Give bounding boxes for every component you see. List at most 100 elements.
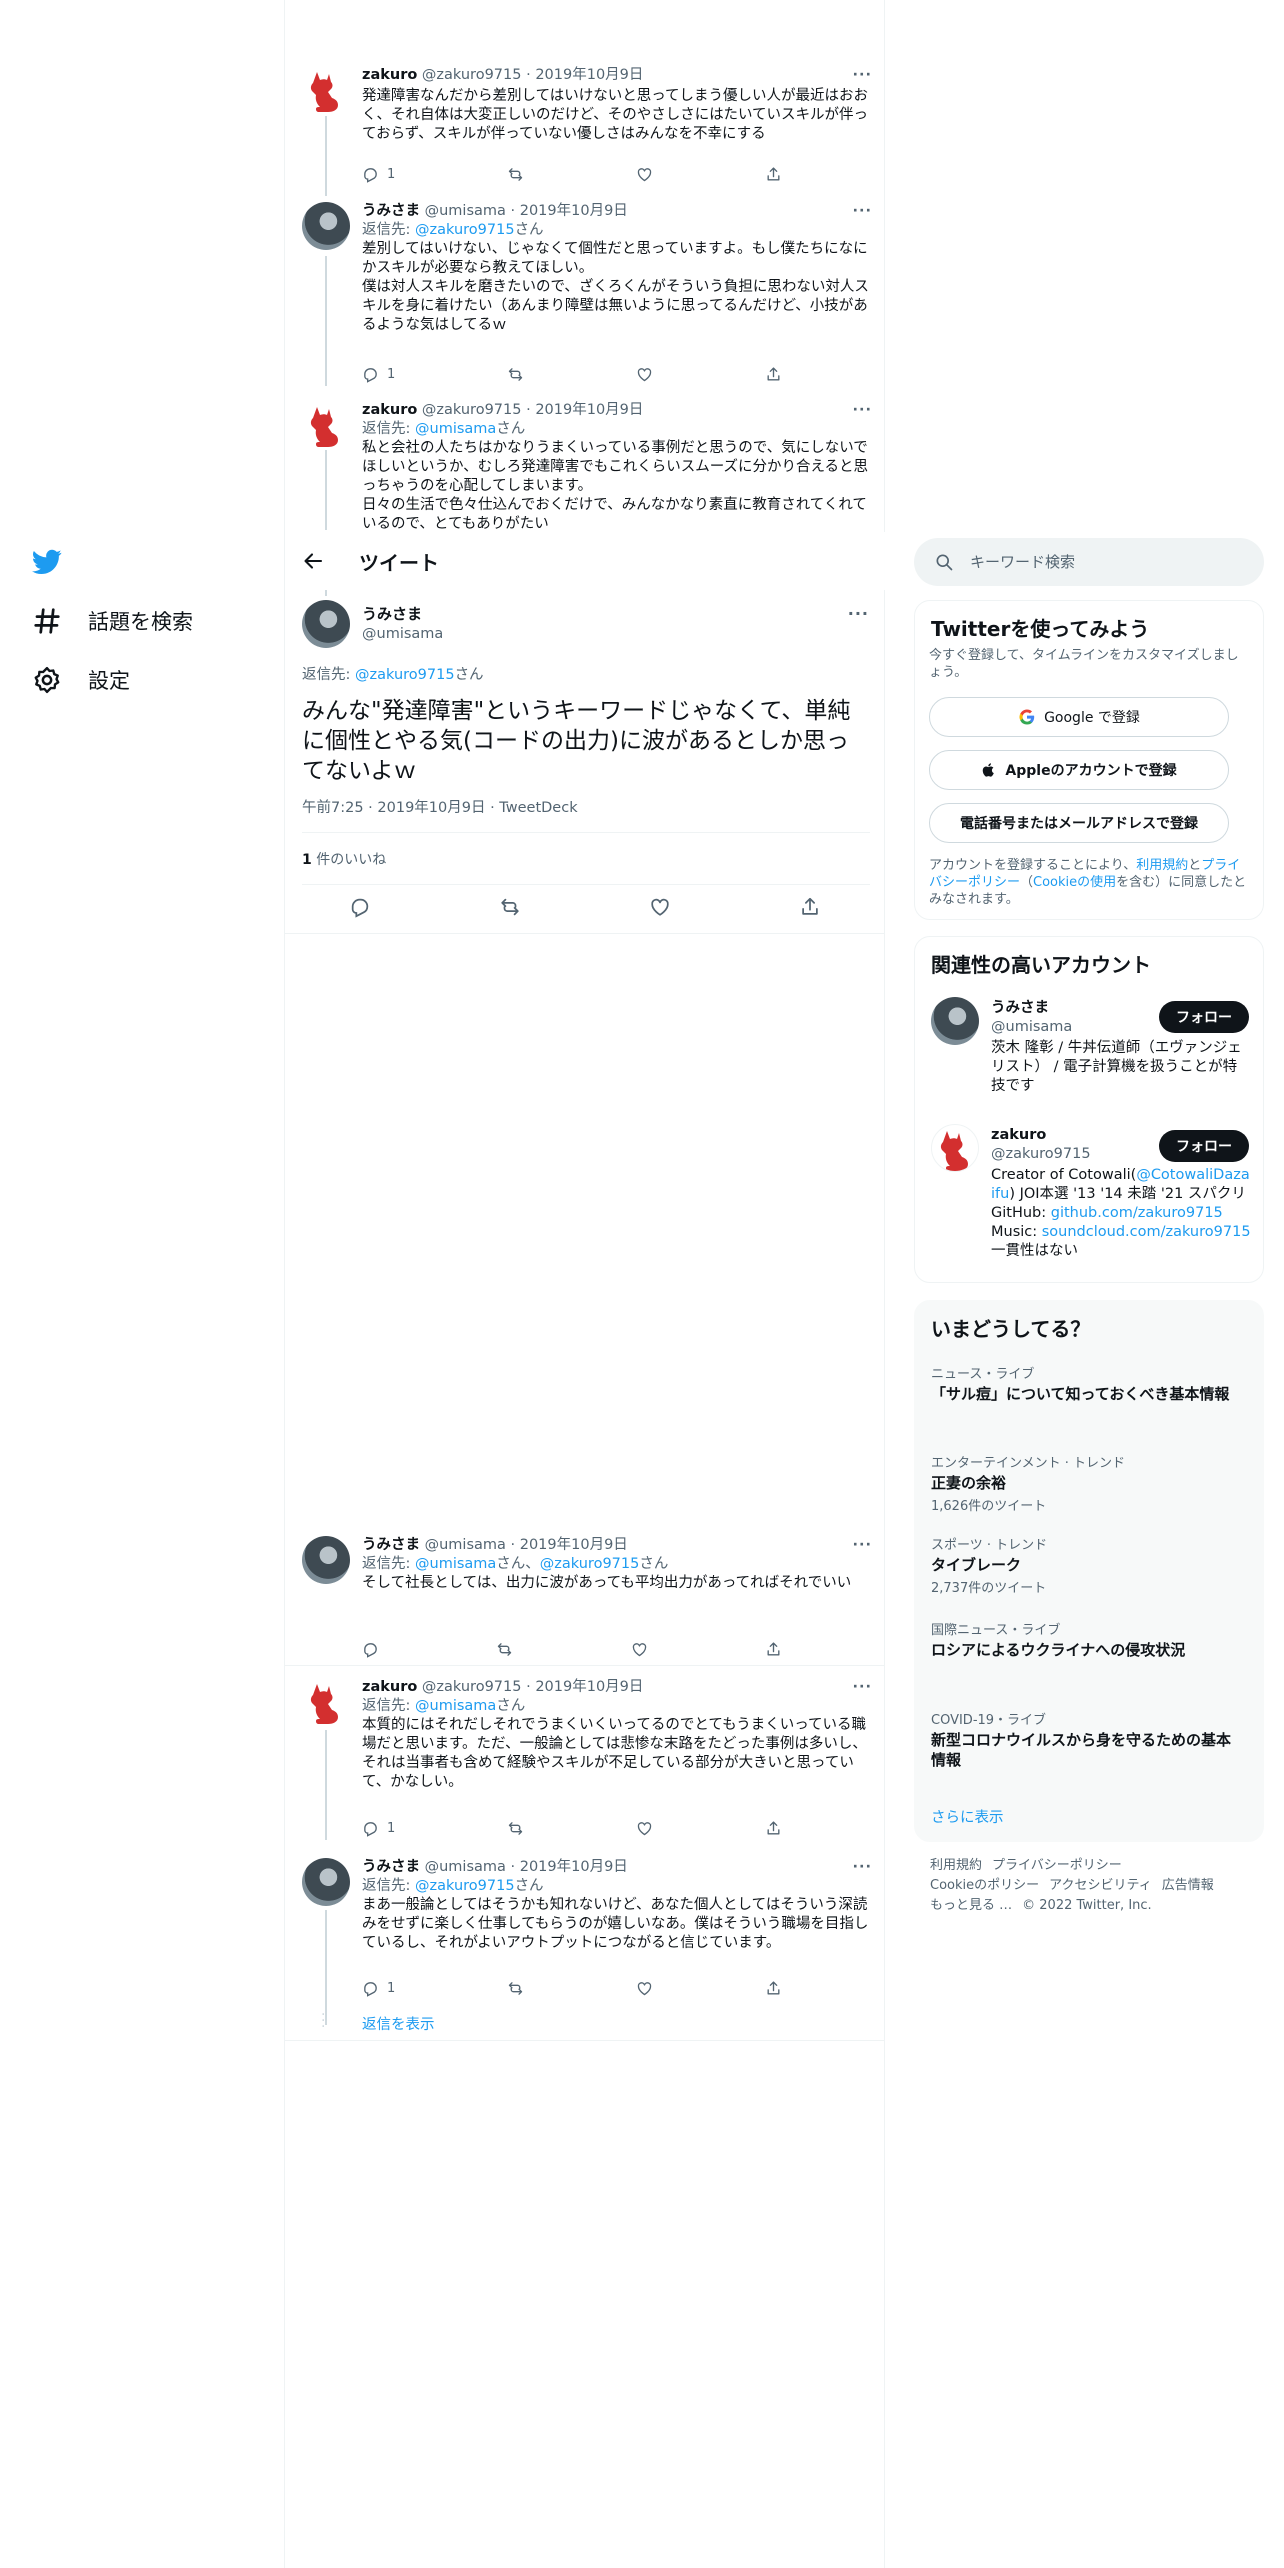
tweet-date[interactable]: 2019年10月9日 <box>520 1537 628 1553</box>
footer-accessibility[interactable]: アクセシビリティ <box>1049 1878 1152 1893</box>
trend-item[interactable]: エンターテインメント · トレンド 正妻の余裕 1,626件のツイート <box>931 1452 1231 1514</box>
share-button[interactable] <box>765 364 782 384</box>
footer-more[interactable]: もっと見る … <box>930 1898 1012 1913</box>
trend-item[interactable]: スポーツ · トレンド タイブレーク 2,737件のツイート <box>931 1534 1231 1596</box>
reply-icon[interactable] <box>349 896 371 918</box>
footer-cookie[interactable]: Cookieのポリシー <box>930 1878 1039 1893</box>
more-icon[interactable]: ··· <box>852 66 872 85</box>
author-handle[interactable]: @umisama <box>425 203 506 219</box>
mention-link[interactable]: @zakuro9715 <box>540 1556 640 1572</box>
avatar[interactable] <box>302 202 350 250</box>
avatar[interactable] <box>302 1678 350 1726</box>
like-button[interactable] <box>636 1818 653 1838</box>
like-button[interactable] <box>636 164 653 184</box>
apple-signup-button[interactable]: Appleのアカウントで登録 <box>929 750 1229 790</box>
tweet-date[interactable]: 2019年10月9日 <box>520 203 628 219</box>
tweet-client[interactable]: TweetDeck <box>499 800 577 816</box>
reply-button[interactable]: 1 <box>362 364 395 384</box>
author-handle[interactable]: @umisama <box>425 1859 506 1875</box>
tweet[interactable]: zakuro @zakuro9715 · 2019年10月9日 ··· 返信先:… <box>285 395 885 535</box>
like-button[interactable] <box>636 1978 653 1998</box>
author-name[interactable]: うみさま <box>362 203 420 219</box>
share-icon[interactable] <box>799 896 821 918</box>
retweet-button[interactable] <box>507 364 524 384</box>
reply-button[interactable]: 1 <box>362 1978 395 1998</box>
author-name[interactable]: zakuro <box>362 402 417 418</box>
avatar[interactable] <box>302 66 350 114</box>
share-button[interactable] <box>765 1978 782 1998</box>
tweet-date[interactable]: 2019年10月9日 <box>520 1859 628 1875</box>
heart-icon[interactable] <box>649 896 671 918</box>
trend-item[interactable]: COVID-19・ライブ 新型コロナウイルスから身を守るための基本情報 <box>931 1709 1231 1770</box>
mention-link[interactable]: @zakuro9715 <box>415 222 515 238</box>
show-replies-link[interactable]: 返信を表示 <box>362 2013 435 2034</box>
more-icon[interactable]: ··· <box>852 401 872 420</box>
trend-item[interactable]: ニュース・ライブ 「サル痘」について知っておくべき基本情報 <box>931 1363 1231 1404</box>
avatar[interactable] <box>302 1858 350 1906</box>
avatar[interactable] <box>931 1124 979 1172</box>
cookie-link[interactable]: Cookieの使用 <box>1033 875 1116 890</box>
mention-link[interactable]: @zakuro9715 <box>355 667 455 683</box>
tweet-date[interactable]: 2019年10月9日 <box>535 67 643 83</box>
reply-button[interactable]: 1 <box>362 164 395 184</box>
search-input[interactable] <box>970 538 1250 586</box>
mention-link[interactable]: @umisama <box>415 421 496 437</box>
trend-item[interactable]: 国際ニュース・ライブ ロシアによるウクライナへの侵攻状況 <box>931 1619 1231 1660</box>
tweet-time[interactable]: 午前7:25 <box>302 800 364 816</box>
search-box[interactable] <box>914 538 1264 586</box>
author-handle[interactable]: @umisama <box>425 1537 506 1553</box>
tweet-date[interactable]: 2019年10月9日 <box>377 800 485 816</box>
footer-terms[interactable]: 利用規約 <box>930 1858 982 1873</box>
like-button[interactable] <box>631 1639 648 1659</box>
back-arrow-icon[interactable] <box>301 549 325 573</box>
follow-button[interactable]: フォロー <box>1159 1130 1249 1162</box>
reply-button[interactable] <box>362 1639 379 1659</box>
github-link[interactable]: github.com/zakuro9715 <box>1051 1205 1223 1221</box>
phone-signup-button[interactable]: 電話番号またはメールアドレスで登録 <box>929 803 1229 843</box>
share-button[interactable] <box>765 1639 782 1659</box>
avatar[interactable] <box>931 997 979 1045</box>
reply-button[interactable]: 1 <box>362 1818 395 1838</box>
author-handle[interactable]: @zakuro9715 <box>422 1679 522 1695</box>
author-name[interactable]: うみさま <box>362 1859 420 1875</box>
author-name[interactable]: zakuro <box>362 67 417 83</box>
author-name[interactable]: うみさま <box>362 1537 420 1553</box>
terms-link[interactable]: 利用規約 <box>1136 858 1188 873</box>
author-handle[interactable]: @zakuro9715 <box>422 402 522 418</box>
mention-link[interactable]: @zakuro9715 <box>415 1878 515 1894</box>
avatar[interactable] <box>302 1536 350 1584</box>
share-button[interactable] <box>765 164 782 184</box>
nav-settings[interactable]: 設定 <box>32 665 130 695</box>
author-name[interactable]: うみさま <box>362 603 443 624</box>
more-icon[interactable]: ··· <box>852 202 872 221</box>
retweet-icon[interactable] <box>499 896 521 918</box>
tweet[interactable]: うみさま @umisama · 2019年10月9日 ··· 返信先: @umi… <box>285 1530 885 1665</box>
soundcloud-link[interactable]: soundcloud.com/zakuro9715 <box>1042 1224 1251 1240</box>
show-more-link[interactable]: さらに表示 <box>931 1806 1004 1827</box>
avatar[interactable] <box>302 401 350 449</box>
retweet-button[interactable] <box>507 1978 524 1998</box>
tweet[interactable]: うみさま @umisama · 2019年10月9日 ··· 返信先: @zak… <box>285 1852 885 2002</box>
author-name[interactable]: zakuro <box>362 1679 417 1695</box>
mention-link[interactable]: @umisama <box>415 1698 496 1714</box>
tweet[interactable]: zakuro @zakuro9715 · 2019年10月9日 ··· 発達障害… <box>285 60 885 185</box>
twitter-logo-icon[interactable] <box>32 547 62 577</box>
nav-explore[interactable]: 話題を検索 <box>32 606 193 636</box>
tweet[interactable]: zakuro @zakuro9715 · 2019年10月9日 ··· 返信先:… <box>285 1672 885 1837</box>
more-icon[interactable]: ··· <box>852 1536 872 1555</box>
more-icon[interactable]: ··· <box>848 604 869 623</box>
author-handle[interactable]: @umisama <box>362 626 443 642</box>
retweet-button[interactable] <box>507 164 524 184</box>
more-icon[interactable]: ··· <box>852 1678 872 1697</box>
more-icon[interactable]: ··· <box>852 1858 872 1877</box>
mention-link[interactable]: @umisama <box>415 1556 496 1572</box>
google-signup-button[interactable]: Google で登録 <box>929 697 1229 737</box>
like-button[interactable] <box>636 364 653 384</box>
retweet-button[interactable] <box>507 1818 524 1838</box>
footer-privacy[interactable]: プライバシーポリシー <box>992 1858 1122 1873</box>
likes-stat[interactable]: 1 件のいいね <box>302 849 386 869</box>
share-button[interactable] <box>765 1818 782 1838</box>
avatar[interactable] <box>302 600 350 648</box>
author-handle[interactable]: @zakuro9715 <box>422 67 522 83</box>
tweet-date[interactable]: 2019年10月9日 <box>535 402 643 418</box>
